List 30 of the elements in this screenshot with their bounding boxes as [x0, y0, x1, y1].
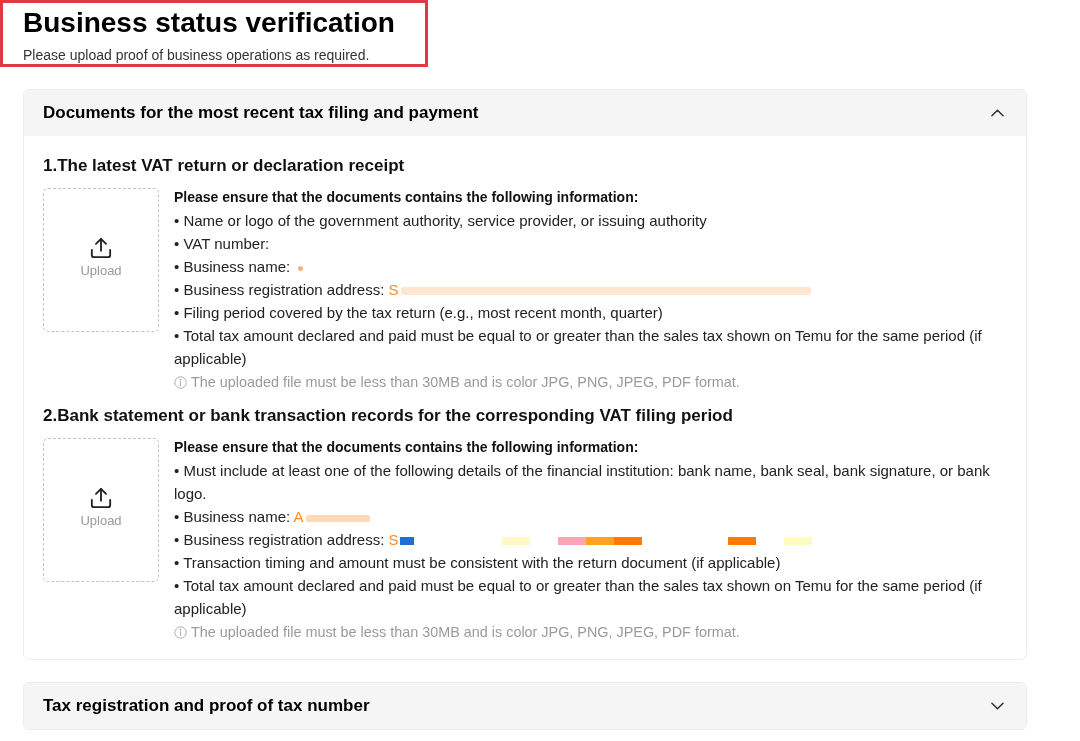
requirement-text: • Must include at least one of the following details of the financial institution: bank name, bank seal, bank signature, or bank logo. — [174, 462, 990, 502]
redaction-mark — [305, 514, 370, 522]
field-value: S — [388, 281, 399, 298]
requirement-text: • Transaction timing and amount must be consistent with the return document (if applicable) — [174, 554, 781, 571]
requirement-text: • Business name: — [174, 258, 291, 275]
requirements-heading: Please ensure that the documents contains the following information: — [174, 438, 639, 457]
info-icon — [174, 625, 187, 639]
field-value: A — [293, 508, 304, 525]
redaction-mark — [298, 265, 304, 271]
section-title: 1.The latest VAT return or declaration receipt — [43, 155, 405, 177]
field-value: S — [388, 531, 399, 548]
upload-note: The uploaded file must be less than 30MB and is color JPG, PNG, JPEG, PDF format. — [191, 373, 740, 392]
requirement-text: • Business name: — [174, 508, 291, 525]
requirement-text: • Total tax amount declared and paid must be equal to or greater than the sales tax shown on Temu for the same period (if applicable) — [174, 577, 982, 617]
requirement-text: • Total tax amount declared and paid must be equal to or greater than the sales tax shown on Temu for the same period (if applicable) — [174, 327, 982, 367]
requirement-text: • Name or logo of the government authority, service provider, or issuing authority — [174, 212, 707, 229]
requirement-text: • Business registration address: — [174, 531, 385, 548]
accordion-header[interactable]: Tax registration and proof of tax number — [24, 683, 1026, 729]
requirement-text: • Business registration address: — [174, 281, 385, 298]
requirements-heading: Please ensure that the documents contains the following information: — [174, 188, 639, 207]
requirement-text: • VAT number: — [174, 235, 270, 252]
upload-note: The uploaded file must be less than 30MB and is color JPG, PNG, JPEG, PDF format. — [191, 623, 740, 642]
section-title: 2.Bank statement or bank transaction records for the corresponding VAT filing period — [43, 405, 733, 427]
page-title: Business status verification — [23, 6, 395, 40]
info-icon — [174, 375, 187, 389]
upload-icon — [90, 237, 112, 259]
upload-icon — [90, 487, 112, 509]
page-subtitle: Please upload proof of business operations as required. — [23, 46, 370, 64]
requirement-text: • Filing period covered by the tax return (e.g., most recent month, quarter) — [174, 304, 663, 321]
accordion-header[interactable]: Documents for the most recent tax filing and payment — [24, 90, 1026, 136]
